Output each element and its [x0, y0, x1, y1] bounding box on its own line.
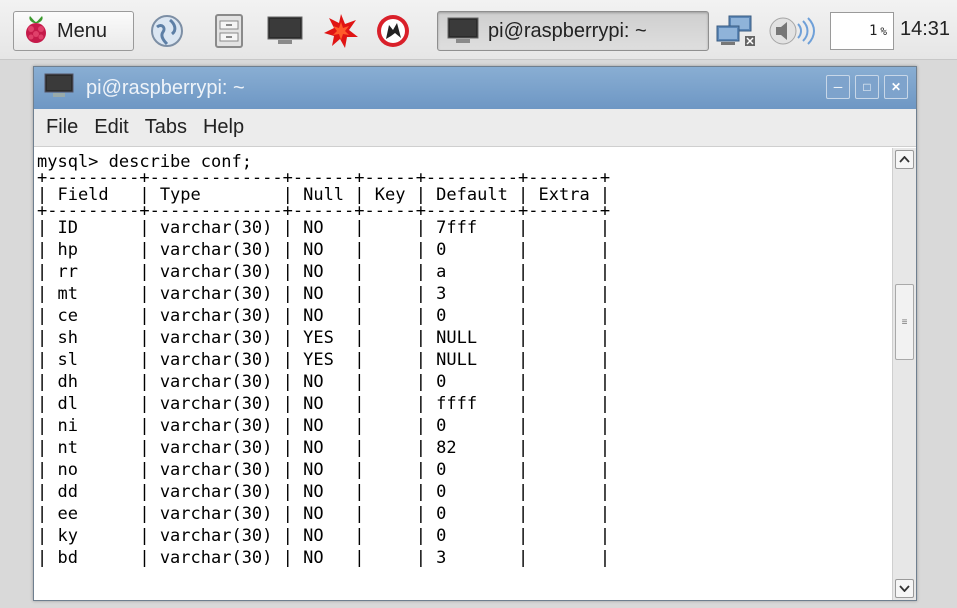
table-row: | hp | varchar(30) | NO | | 0 | |: [37, 240, 611, 260]
table-border-mid: +---------+-------------+------+-----+--…: [37, 206, 611, 217]
minimize-icon: ─: [833, 80, 843, 94]
maximize-icon: □: [863, 80, 871, 94]
table-row: | rr | varchar(30) | NO | | a | |: [37, 262, 611, 282]
file-manager-icon[interactable]: [210, 12, 248, 50]
table-row: | ce | varchar(30) | NO | | 0 | |: [37, 306, 611, 326]
task-button-label: pi@raspberrypi: ~: [488, 19, 647, 42]
table-row: | ID | varchar(30) | NO | | 7fff | |: [37, 218, 611, 238]
table-row: | sl | varchar(30) | YES | | NULL | |: [37, 350, 611, 370]
scroll-up-button[interactable]: [895, 150, 914, 169]
menu-file[interactable]: File: [46, 116, 78, 139]
cpu-unit: %: [880, 24, 887, 38]
maximize-button[interactable]: □: [855, 75, 879, 99]
window-title: pi@raspberrypi: ~: [86, 76, 245, 99]
clock[interactable]: 14:31: [900, 18, 950, 41]
minimize-button[interactable]: ─: [826, 75, 850, 99]
table-row: | nt | varchar(30) | NO | | 82 | |: [37, 438, 611, 458]
close-button[interactable]: ✕: [884, 75, 908, 99]
table-row: | mt | varchar(30) | NO | | 3 | |: [37, 284, 611, 304]
top-panel: Menu pi@raspberrypi: ~ 1 % 14:31: [0, 0, 957, 60]
window-menubar: File Edit Tabs Help: [34, 109, 916, 147]
table-row: | dl | varchar(30) | NO | | ffff | |: [37, 394, 611, 414]
window-titlebar[interactable]: pi@raspberrypi: ~ ─ □ ✕: [34, 67, 916, 109]
terminal-output[interactable]: mysql> describe conf; +---------+--------…: [34, 148, 892, 600]
scroll-down-button[interactable]: [895, 579, 914, 598]
chevron-down-icon: [899, 585, 910, 592]
cpu-monitor[interactable]: 1 %: [830, 12, 894, 50]
table-header: | Field | Type | Null | Key | Default | …: [37, 185, 611, 205]
command-line: mysql> describe conf;: [37, 152, 252, 172]
table-row: | no | varchar(30) | NO | | 0 | |: [37, 460, 611, 480]
chevron-up-icon: [899, 156, 910, 163]
menu-edit[interactable]: Edit: [94, 116, 128, 139]
table-row: | bd | varchar(30) | NO | | 3 | |: [37, 548, 611, 568]
terminal-icon[interactable]: [266, 12, 304, 50]
raspberry-icon: [21, 13, 51, 50]
network-icon[interactable]: [714, 12, 760, 50]
vertical-scrollbar[interactable]: ≡: [892, 148, 916, 600]
menu-button[interactable]: Menu: [13, 11, 134, 51]
terminal-icon: [446, 16, 480, 46]
menu-tabs[interactable]: Tabs: [145, 116, 187, 139]
menu-help[interactable]: Help: [203, 116, 244, 139]
table-row: | ni | varchar(30) | NO | | 0 | |: [37, 416, 611, 436]
wolfram-icon[interactable]: [374, 12, 412, 50]
table-row: | ee | varchar(30) | NO | | 0 | |: [37, 504, 611, 524]
scroll-thumb[interactable]: ≡: [895, 284, 914, 360]
terminal-text: mysql> describe conf; +---------+--------…: [34, 148, 892, 569]
volume-icon[interactable]: [766, 12, 820, 50]
terminal-window: pi@raspberrypi: ~ ─ □ ✕ File Edit Tabs H…: [33, 66, 917, 601]
table-row: | dd | varchar(30) | NO | | 0 | |: [37, 482, 611, 502]
cpu-value: 1: [868, 23, 878, 39]
menu-label: Menu: [57, 19, 108, 42]
terminal-icon: [44, 73, 74, 104]
grip-icon: ≡: [901, 316, 908, 328]
close-icon: ✕: [890, 80, 902, 94]
table-row: | ky | varchar(30) | NO | | 0 | |: [37, 526, 611, 546]
table-row: | sh | varchar(30) | YES | | NULL | |: [37, 328, 611, 348]
table-border-top: +---------+-------------+------+-----+--…: [37, 173, 611, 184]
mathematica-icon[interactable]: [322, 12, 360, 50]
terminal-task-button[interactable]: pi@raspberrypi: ~: [437, 11, 709, 51]
table-row: | dh | varchar(30) | NO | | 0 | |: [37, 372, 611, 392]
web-browser-icon[interactable]: [148, 12, 186, 50]
